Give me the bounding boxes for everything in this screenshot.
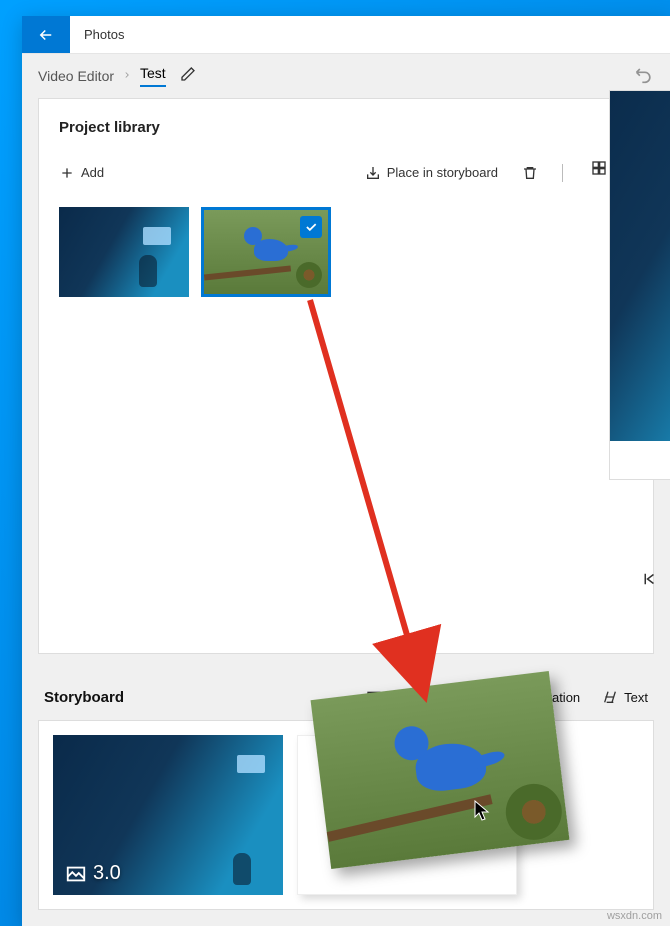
chevron-right-icon (122, 67, 132, 85)
place-label: Place in storyboard (387, 165, 498, 180)
storyboard-clip-1[interactable]: 3.0 (53, 735, 283, 895)
library-item-1[interactable] (59, 207, 189, 297)
breadcrumb: Video Editor Test (22, 54, 670, 98)
undo-icon (634, 64, 654, 84)
mouse-cursor-icon (474, 800, 490, 827)
selected-checkmark-icon (300, 216, 322, 238)
undo-button[interactable] (634, 64, 654, 89)
clip-duration-badge: 3.0 (65, 862, 121, 885)
add-label: Add (81, 165, 104, 180)
preview-pane (609, 90, 670, 480)
back-arrow-icon (37, 26, 55, 44)
titlebar: Photos (22, 16, 670, 54)
breadcrumb-root[interactable]: Video Editor (38, 68, 114, 84)
preview-previous-button[interactable] (640, 570, 658, 593)
image-icon (65, 863, 87, 885)
project-library-panel: Project library Add Place in storyboard (38, 98, 654, 654)
library-title: Project library (59, 119, 633, 136)
watermark: wsxdn.com (607, 910, 662, 922)
delete-button[interactable] (522, 165, 538, 181)
breadcrumb-current[interactable]: Test (140, 65, 166, 87)
trash-icon (522, 165, 538, 181)
text-icon (602, 689, 618, 705)
place-in-storyboard-button[interactable]: Place in storyboard (365, 165, 498, 181)
library-toolbar: Add Place in storyboard (59, 160, 633, 185)
library-item-2-selected[interactable] (201, 207, 331, 297)
grid-large-button[interactable] (591, 160, 607, 185)
library-thumbnails (59, 207, 633, 297)
grid-2x2-icon (591, 160, 607, 176)
pencil-icon (180, 66, 196, 82)
text-button[interactable]: Text (602, 689, 648, 705)
toolbar-divider (562, 164, 563, 182)
text-label: Text (624, 690, 648, 705)
back-button[interactable] (22, 16, 70, 53)
rename-button[interactable] (180, 66, 196, 87)
storyboard-title: Storyboard (44, 689, 344, 706)
place-icon (365, 165, 381, 181)
clip-duration-value: 3.0 (93, 862, 121, 885)
drag-ghost-image[interactable] (311, 671, 570, 869)
step-back-icon (640, 570, 658, 588)
plus-icon (59, 165, 75, 181)
app-title: Photos (70, 27, 124, 42)
add-button[interactable]: Add (59, 165, 104, 181)
